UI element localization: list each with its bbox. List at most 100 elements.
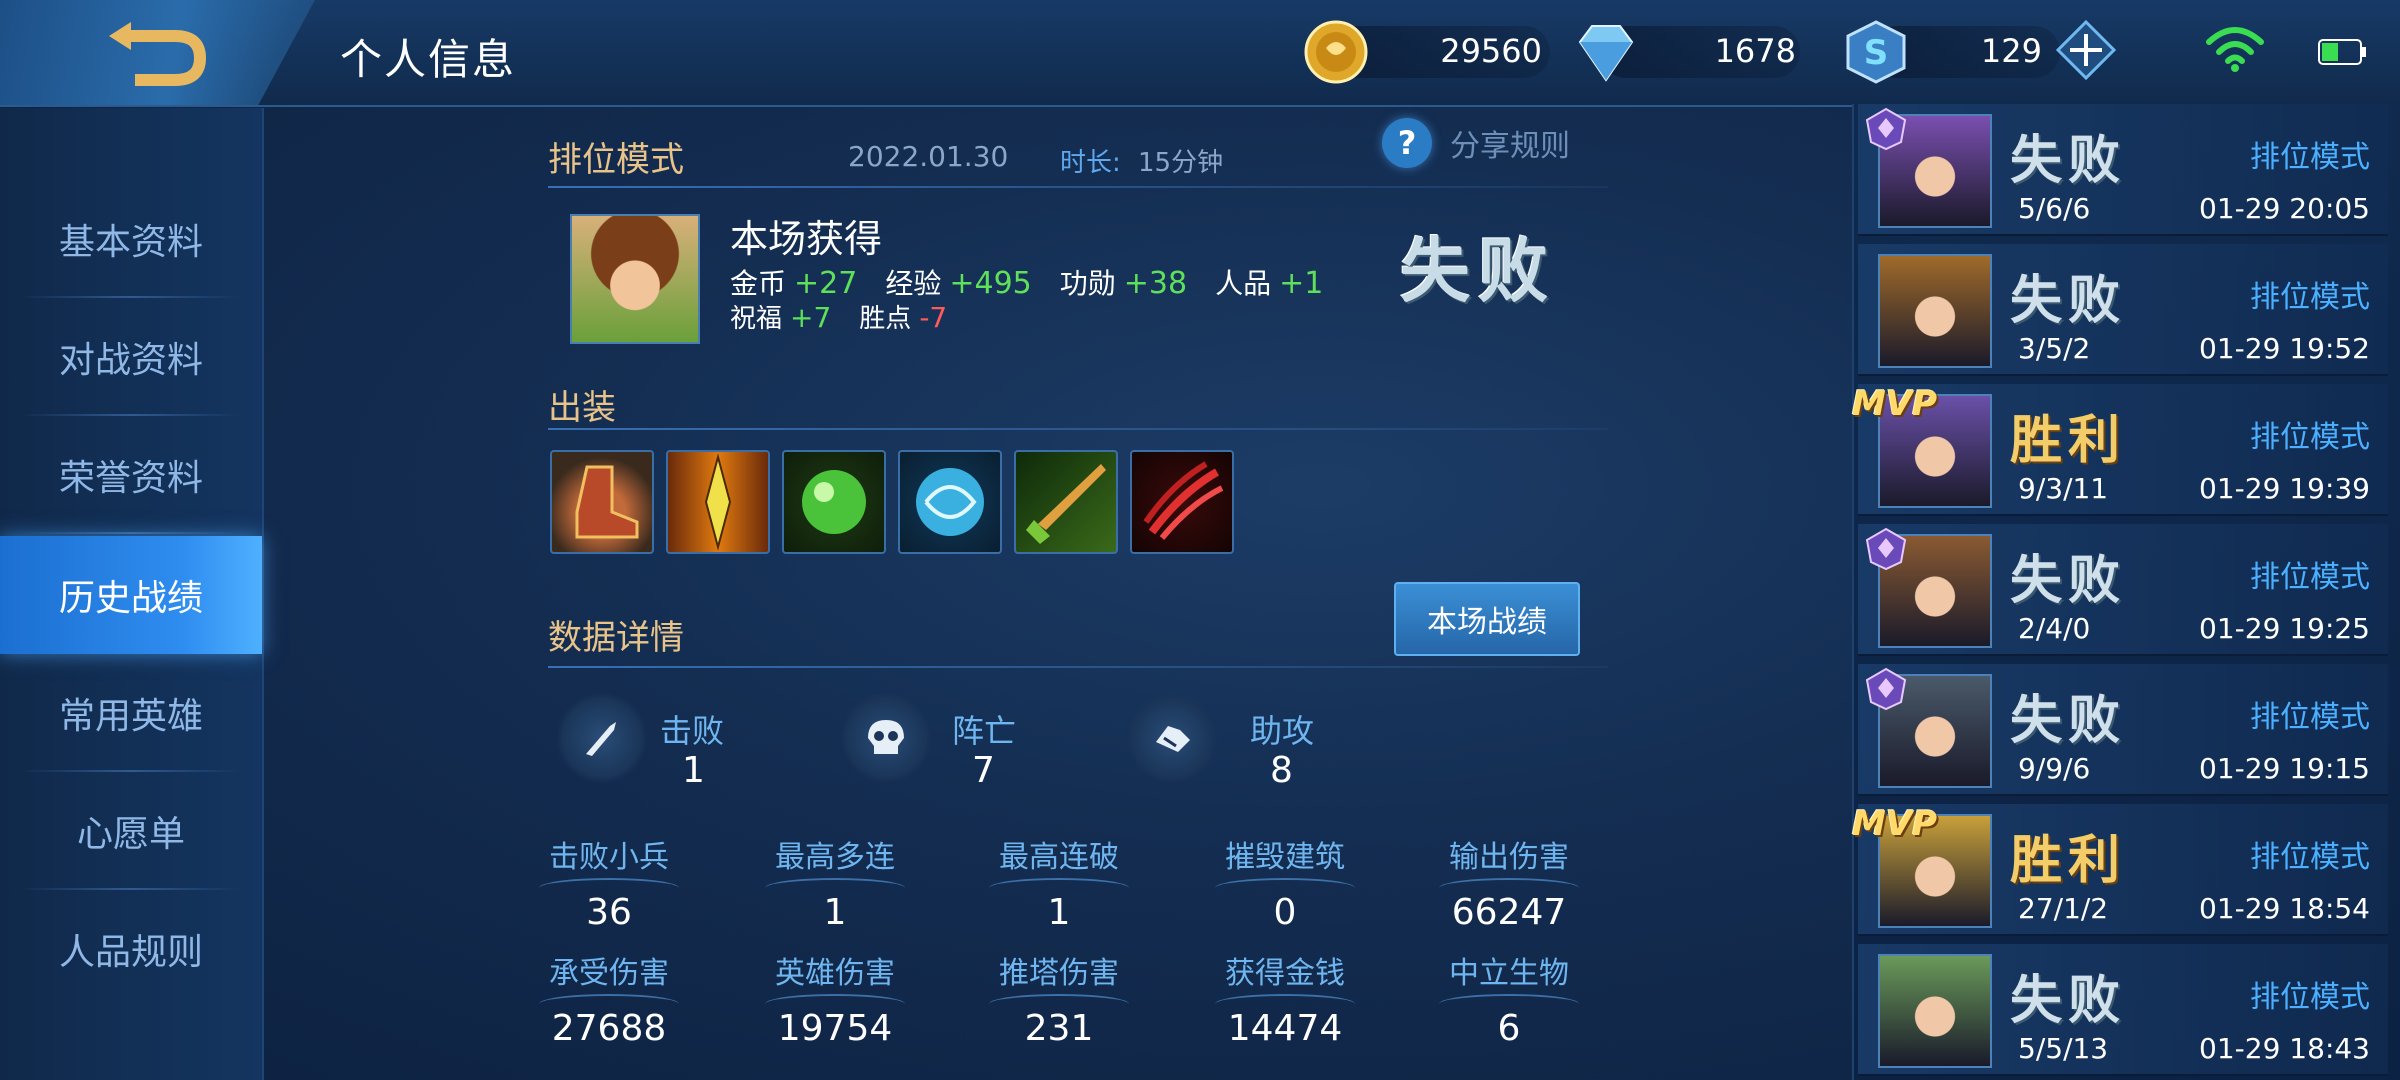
nav-item-label: 对战资料: [58, 340, 203, 381]
match-mode-label: 排位模式: [2250, 560, 2370, 595]
gold-gain-label: 金币: [730, 267, 787, 300]
kills-value: 1: [682, 750, 705, 791]
match-history-item[interactable]: 失败 排位模式 9/9/6 01-29 19:15: [1858, 664, 2388, 796]
match-history-item[interactable]: MVP 胜利 排位模式 9/3/11 01-29 19:39: [1852, 384, 2388, 516]
item-slot-3[interactable]: [782, 450, 886, 554]
stat-buildings: 摧毁建筑 0: [1170, 832, 1400, 933]
match-mode-label: 排位模式: [2250, 420, 2370, 455]
nav-item-basic-info[interactable]: 基本资料: [0, 180, 262, 298]
stat-value: 1: [823, 892, 847, 933]
merit-gain-label: 功勋: [1059, 267, 1116, 300]
stat-arc: [539, 994, 679, 1004]
item-slot-6[interactable]: [1130, 450, 1234, 554]
item-slot-2[interactable]: [666, 450, 770, 554]
stat-value: 6: [1497, 1008, 1521, 1049]
gold-value: 29560: [1440, 32, 1542, 70]
data-detail-title: 数据详情: [548, 618, 684, 658]
item-slot-1[interactable]: [550, 450, 654, 554]
stat-neutral-creeps: 中立生物 6: [1394, 948, 1624, 1049]
merit-gain-value: +38: [1123, 266, 1188, 301]
rank-badge-icon: [1865, 527, 1907, 571]
divider: [548, 186, 1608, 188]
coupon-icon: S: [1846, 20, 1906, 84]
match-result-label: 失败: [2010, 551, 2127, 611]
green-orb-icon: [802, 470, 866, 534]
svg-text:S: S: [1864, 33, 1889, 73]
divider: [548, 666, 1608, 668]
rank-badge-icon: [1865, 667, 1907, 711]
question-icon: ?: [1382, 118, 1432, 168]
mvp-badge: MVP: [1852, 384, 1938, 424]
stat-value: 19754: [777, 1008, 893, 1049]
stat-arc: [539, 878, 679, 888]
rep-gain-label: 人品: [1215, 267, 1272, 300]
battery-icon: [2318, 39, 2366, 65]
rep-gain-value: +1: [1279, 266, 1324, 301]
nav-item-match-history[interactable]: 历史战绩: [0, 536, 262, 654]
match-history-item[interactable]: MVP 胜利 排位模式 27/1/2 01-29 18:54: [1852, 804, 2388, 936]
match-result-label: 失败: [2010, 691, 2127, 751]
match-mode-label: 排位模式: [2250, 700, 2370, 735]
divider: [548, 428, 1608, 430]
handshake-icon: [1156, 726, 1190, 752]
match-time: 01-29 19:52: [2199, 332, 2370, 365]
stat-tower-damage: 推塔伤害 231: [944, 948, 1174, 1049]
nav-item-label: 常用英雄: [58, 696, 203, 737]
nav-item-label: 荣誉资料: [58, 458, 203, 499]
match-kda: 5/5/13: [2018, 1032, 2109, 1065]
stat-label: 获得金钱: [1225, 956, 1345, 991]
gain-row-2: 祝福 +7 胜点 -7: [730, 298, 975, 335]
nav-item-credit-rules[interactable]: 人品规则: [0, 890, 262, 1008]
stat-value: 36: [586, 892, 632, 933]
stat-value: 66247: [1451, 892, 1567, 933]
top-bar: 个人信息 29560 1678 S 129: [0, 0, 2400, 107]
match-kda: 9/9/6: [2018, 752, 2091, 785]
deaths-value: 7: [972, 750, 995, 791]
gold-counter: 29560: [1302, 18, 1542, 86]
match-stats-button[interactable]: 本场战绩: [1394, 582, 1580, 656]
bless-gain-value: +7: [790, 301, 832, 334]
stat-label: 承受伤害: [549, 956, 669, 991]
nav-item-honor-info[interactable]: 荣誉资料: [0, 416, 262, 534]
match-history-item[interactable]: 失败 排位模式 3/5/2 01-29 19:52: [1858, 244, 2388, 376]
match-result-label: 胜利: [2010, 411, 2127, 471]
stat-damage-dealt: 输出伤害 66247: [1394, 832, 1624, 933]
diamond-icon: [1578, 25, 1634, 82]
stat-hero-damage: 英雄伤害 19754: [720, 948, 950, 1049]
stat-damage-taken: 承受伤害 27688: [494, 948, 724, 1049]
stat-label: 英雄伤害: [775, 956, 895, 991]
stat-max-streak: 最高连破 1: [944, 832, 1174, 933]
stat-label: 最高多连: [775, 840, 895, 875]
match-result-label: 失败: [2010, 271, 2127, 331]
hero-portrait: [570, 214, 700, 344]
stat-arc: [765, 994, 905, 1004]
wifi-icon: [2206, 27, 2264, 72]
stat-arc: [989, 994, 1129, 1004]
stat-arc: [1439, 994, 1579, 1004]
stat-label: 推塔伤害: [999, 956, 1119, 991]
nav-item-common-heroes[interactable]: 常用英雄: [0, 654, 262, 772]
exp-gain-label: 经验: [885, 267, 942, 300]
diamond-counter: 1678: [1572, 18, 1796, 86]
rank-badge-icon: [1865, 107, 1907, 151]
match-time: 01-29 18:43: [2199, 1032, 2370, 1065]
recharge-plus-icon[interactable]: [2056, 20, 2116, 80]
match-time: 01-29 19:25: [2199, 612, 2370, 645]
nav-item-label: 心愿单: [76, 814, 185, 855]
match-history-item[interactable]: 失败 排位模式 2/4/0 01-29 19:25: [1858, 524, 2388, 656]
share-rules-button[interactable]: ? 分享规则: [1382, 116, 1570, 170]
match-kda: 27/1/2: [2018, 892, 2109, 925]
green-sword-icon: [1026, 464, 1106, 544]
match-kda: 3/5/2: [2018, 332, 2091, 365]
back-button[interactable]: [0, 0, 315, 105]
hero-avatar: [1878, 254, 1992, 368]
item-slot-4[interactable]: [898, 450, 1002, 554]
nav-item-battle-info[interactable]: 对战资料: [0, 298, 262, 416]
match-mode-title: 排位模式: [548, 140, 684, 180]
match-history-item[interactable]: 失败 排位模式 5/6/6 01-29 20:05: [1858, 104, 2388, 236]
stat-arc: [765, 878, 905, 888]
match-history-item[interactable]: 失败 排位模式 5/5/13 01-29 18:43: [1858, 944, 2388, 1076]
nav-item-wishlist[interactable]: 心愿单: [0, 772, 262, 890]
item-slot-5[interactable]: [1014, 450, 1118, 554]
gain-title: 本场获得: [730, 217, 883, 261]
